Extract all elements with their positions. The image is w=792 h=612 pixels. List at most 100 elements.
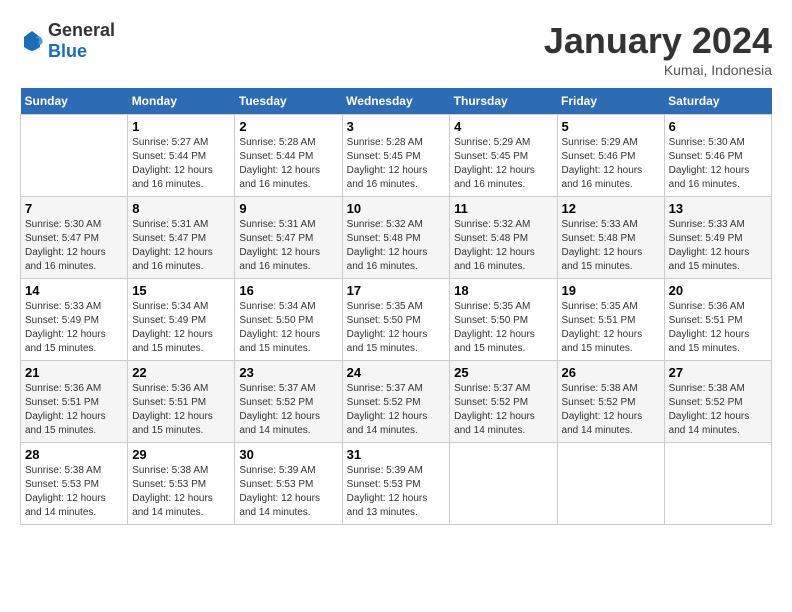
day-info: Sunrise: 5:29 AM Sunset: 5:46 PM Dayligh… — [562, 136, 660, 192]
day-number: 5 — [562, 119, 660, 134]
day-number: 7 — [25, 201, 123, 216]
day-number: 17 — [347, 283, 446, 298]
day-info: Sunrise: 5:32 AM Sunset: 5:48 PM Dayligh… — [347, 218, 446, 274]
day-header-tuesday: Tuesday — [235, 88, 342, 115]
calendar-table: SundayMondayTuesdayWednesdayThursdayFrid… — [20, 88, 772, 525]
calendar-cell: 13Sunrise: 5:33 AM Sunset: 5:49 PM Dayli… — [664, 197, 771, 279]
calendar-cell — [450, 443, 557, 525]
logo-blue: Blue — [48, 41, 87, 61]
calendar-cell: 3 Sunrise: 5:28 AM Sunset: 5:45 PM Daylig… — [342, 115, 450, 197]
day-header-thursday: Thursday — [450, 88, 557, 115]
calendar-cell: 25 Sunrise: 5:37 AM Sunset: 5:52 PM Dayli… — [450, 361, 557, 443]
calendar-cell: 8 Sunrise: 5:31 AM Sunset: 5:47 PM Daylig… — [128, 197, 235, 279]
day-info: Sunrise: 5:32 AM Sunset: 5:48 PM Dayligh… — [454, 218, 552, 274]
page-header: General Blue January 2024 Kumai, Indones… — [20, 20, 772, 78]
day-number: 16 — [239, 283, 337, 298]
day-number: 6 — [669, 119, 767, 134]
calendar-cell — [21, 115, 128, 197]
day-info: Sunrise: 5:38 AM Sunset: 5:53 PM Dayligh… — [25, 464, 123, 520]
calendar-cell: 7 Sunrise: 5:30 AM Sunset: 5:47 PM Daylig… — [21, 197, 128, 279]
day-info: Sunrise: 5:38 AM Sunset: 5:52 PM Dayligh… — [562, 382, 660, 438]
calendar-week-row: 21 Sunrise: 5:36 AM Sunset: 5:51 PM Dayli… — [21, 361, 772, 443]
calendar-cell: 24Sunrise: 5:37 AM Sunset: 5:52 PM Dayli… — [342, 361, 450, 443]
day-number: 25 — [454, 365, 552, 380]
calendar-cell: 9Sunrise: 5:31 AM Sunset: 5:47 PM Daylig… — [235, 197, 342, 279]
logo-general: General — [48, 20, 115, 40]
day-info: Sunrise: 5:35 AM Sunset: 5:50 PM Dayligh… — [347, 300, 446, 356]
day-number: 22 — [132, 365, 230, 380]
calendar-cell: 29 Sunrise: 5:38 AM Sunset: 5:53 PM Dayli… — [128, 443, 235, 525]
calendar-cell: 4 Sunrise: 5:29 AM Sunset: 5:45 PM Daylig… — [450, 115, 557, 197]
day-info: Sunrise: 5:36 AM Sunset: 5:51 PM Dayligh… — [669, 300, 767, 356]
day-header-wednesday: Wednesday — [342, 88, 450, 115]
calendar-cell: 14Sunrise: 5:33 AM Sunset: 5:49 PM Dayli… — [21, 279, 128, 361]
calendar-cell: 19 Sunrise: 5:35 AM Sunset: 5:51 PM Dayli… — [557, 279, 664, 361]
day-info: Sunrise: 5:33 AM Sunset: 5:48 PM Dayligh… — [562, 218, 660, 274]
calendar-cell: 5 Sunrise: 5:29 AM Sunset: 5:46 PM Daylig… — [557, 115, 664, 197]
day-info: Sunrise: 5:37 AM Sunset: 5:52 PM Dayligh… — [239, 382, 337, 438]
calendar-cell: 17 Sunrise: 5:35 AM Sunset: 5:50 PM Dayli… — [342, 279, 450, 361]
day-header-sunday: Sunday — [21, 88, 128, 115]
day-info: Sunrise: 5:29 AM Sunset: 5:45 PM Dayligh… — [454, 136, 552, 192]
day-info: Sunrise: 5:30 AM Sunset: 5:47 PM Dayligh… — [25, 218, 123, 274]
day-info: Sunrise: 5:39 AM Sunset: 5:53 PM Dayligh… — [347, 464, 446, 520]
title-block: January 2024 Kumai, Indonesia — [544, 20, 772, 78]
day-number: 1 — [132, 119, 230, 134]
day-number: 3 — [347, 119, 446, 134]
day-number: 28 — [25, 447, 123, 462]
day-number: 21 — [25, 365, 123, 380]
calendar-cell: 20Sunrise: 5:36 AM Sunset: 5:51 PM Dayli… — [664, 279, 771, 361]
calendar-cell — [557, 443, 664, 525]
day-info: Sunrise: 5:31 AM Sunset: 5:47 PM Dayligh… — [132, 218, 230, 274]
day-info: Sunrise: 5:38 AM Sunset: 5:52 PM Dayligh… — [669, 382, 767, 438]
calendar-cell: 1 Sunrise: 5:27 AM Sunset: 5:44 PM Daylig… — [128, 115, 235, 197]
month-title: January 2024 — [544, 20, 772, 62]
calendar-cell: 31 Sunrise: 5:39 AM Sunset: 5:53 PM Dayli… — [342, 443, 450, 525]
day-number: 30 — [239, 447, 337, 462]
day-number: 10 — [347, 201, 446, 216]
logo: General Blue — [20, 20, 115, 62]
logo-text: General Blue — [48, 20, 115, 62]
day-number: 15 — [132, 283, 230, 298]
day-info: Sunrise: 5:28 AM Sunset: 5:44 PM Dayligh… — [239, 136, 337, 192]
day-number: 29 — [132, 447, 230, 462]
day-info: Sunrise: 5:35 AM Sunset: 5:50 PM Dayligh… — [454, 300, 552, 356]
day-info: Sunrise: 5:27 AM Sunset: 5:44 PM Dayligh… — [132, 136, 230, 192]
calendar-week-row: 14Sunrise: 5:33 AM Sunset: 5:49 PM Dayli… — [21, 279, 772, 361]
day-info: Sunrise: 5:35 AM Sunset: 5:51 PM Dayligh… — [562, 300, 660, 356]
day-header-saturday: Saturday — [664, 88, 771, 115]
day-header-monday: Monday — [128, 88, 235, 115]
calendar-cell: 18Sunrise: 5:35 AM Sunset: 5:50 PM Dayli… — [450, 279, 557, 361]
day-number: 27 — [669, 365, 767, 380]
day-info: Sunrise: 5:31 AM Sunset: 5:47 PM Dayligh… — [239, 218, 337, 274]
calendar-cell — [664, 443, 771, 525]
day-number: 26 — [562, 365, 660, 380]
calendar-cell: 2 Sunrise: 5:28 AM Sunset: 5:44 PM Daylig… — [235, 115, 342, 197]
calendar-cell: 27 Sunrise: 5:38 AM Sunset: 5:52 PM Dayli… — [664, 361, 771, 443]
calendar-week-row: 1 Sunrise: 5:27 AM Sunset: 5:44 PM Daylig… — [21, 115, 772, 197]
calendar-week-row: 7 Sunrise: 5:30 AM Sunset: 5:47 PM Daylig… — [21, 197, 772, 279]
logo-icon — [20, 29, 44, 53]
day-info: Sunrise: 5:38 AM Sunset: 5:53 PM Dayligh… — [132, 464, 230, 520]
day-number: 11 — [454, 201, 552, 216]
calendar-cell: 23Sunrise: 5:37 AM Sunset: 5:52 PM Dayli… — [235, 361, 342, 443]
day-info: Sunrise: 5:37 AM Sunset: 5:52 PM Dayligh… — [454, 382, 552, 438]
calendar-cell: 28 Sunrise: 5:38 AM Sunset: 5:53 PM Dayli… — [21, 443, 128, 525]
location: Kumai, Indonesia — [544, 62, 772, 78]
calendar-cell: 15 Sunrise: 5:34 AM Sunset: 5:49 PM Dayli… — [128, 279, 235, 361]
calendar-header-row: SundayMondayTuesdayWednesdayThursdayFrid… — [21, 88, 772, 115]
day-header-friday: Friday — [557, 88, 664, 115]
day-number: 13 — [669, 201, 767, 216]
day-number: 19 — [562, 283, 660, 298]
day-number: 31 — [347, 447, 446, 462]
day-number: 8 — [132, 201, 230, 216]
day-number: 12 — [562, 201, 660, 216]
day-number: 24 — [347, 365, 446, 380]
day-number: 2 — [239, 119, 337, 134]
day-info: Sunrise: 5:36 AM Sunset: 5:51 PM Dayligh… — [132, 382, 230, 438]
day-info: Sunrise: 5:34 AM Sunset: 5:49 PM Dayligh… — [132, 300, 230, 356]
day-info: Sunrise: 5:28 AM Sunset: 5:45 PM Dayligh… — [347, 136, 446, 192]
calendar-cell: 26 Sunrise: 5:38 AM Sunset: 5:52 PM Dayli… — [557, 361, 664, 443]
calendar-cell: 30Sunrise: 5:39 AM Sunset: 5:53 PM Dayli… — [235, 443, 342, 525]
day-number: 4 — [454, 119, 552, 134]
